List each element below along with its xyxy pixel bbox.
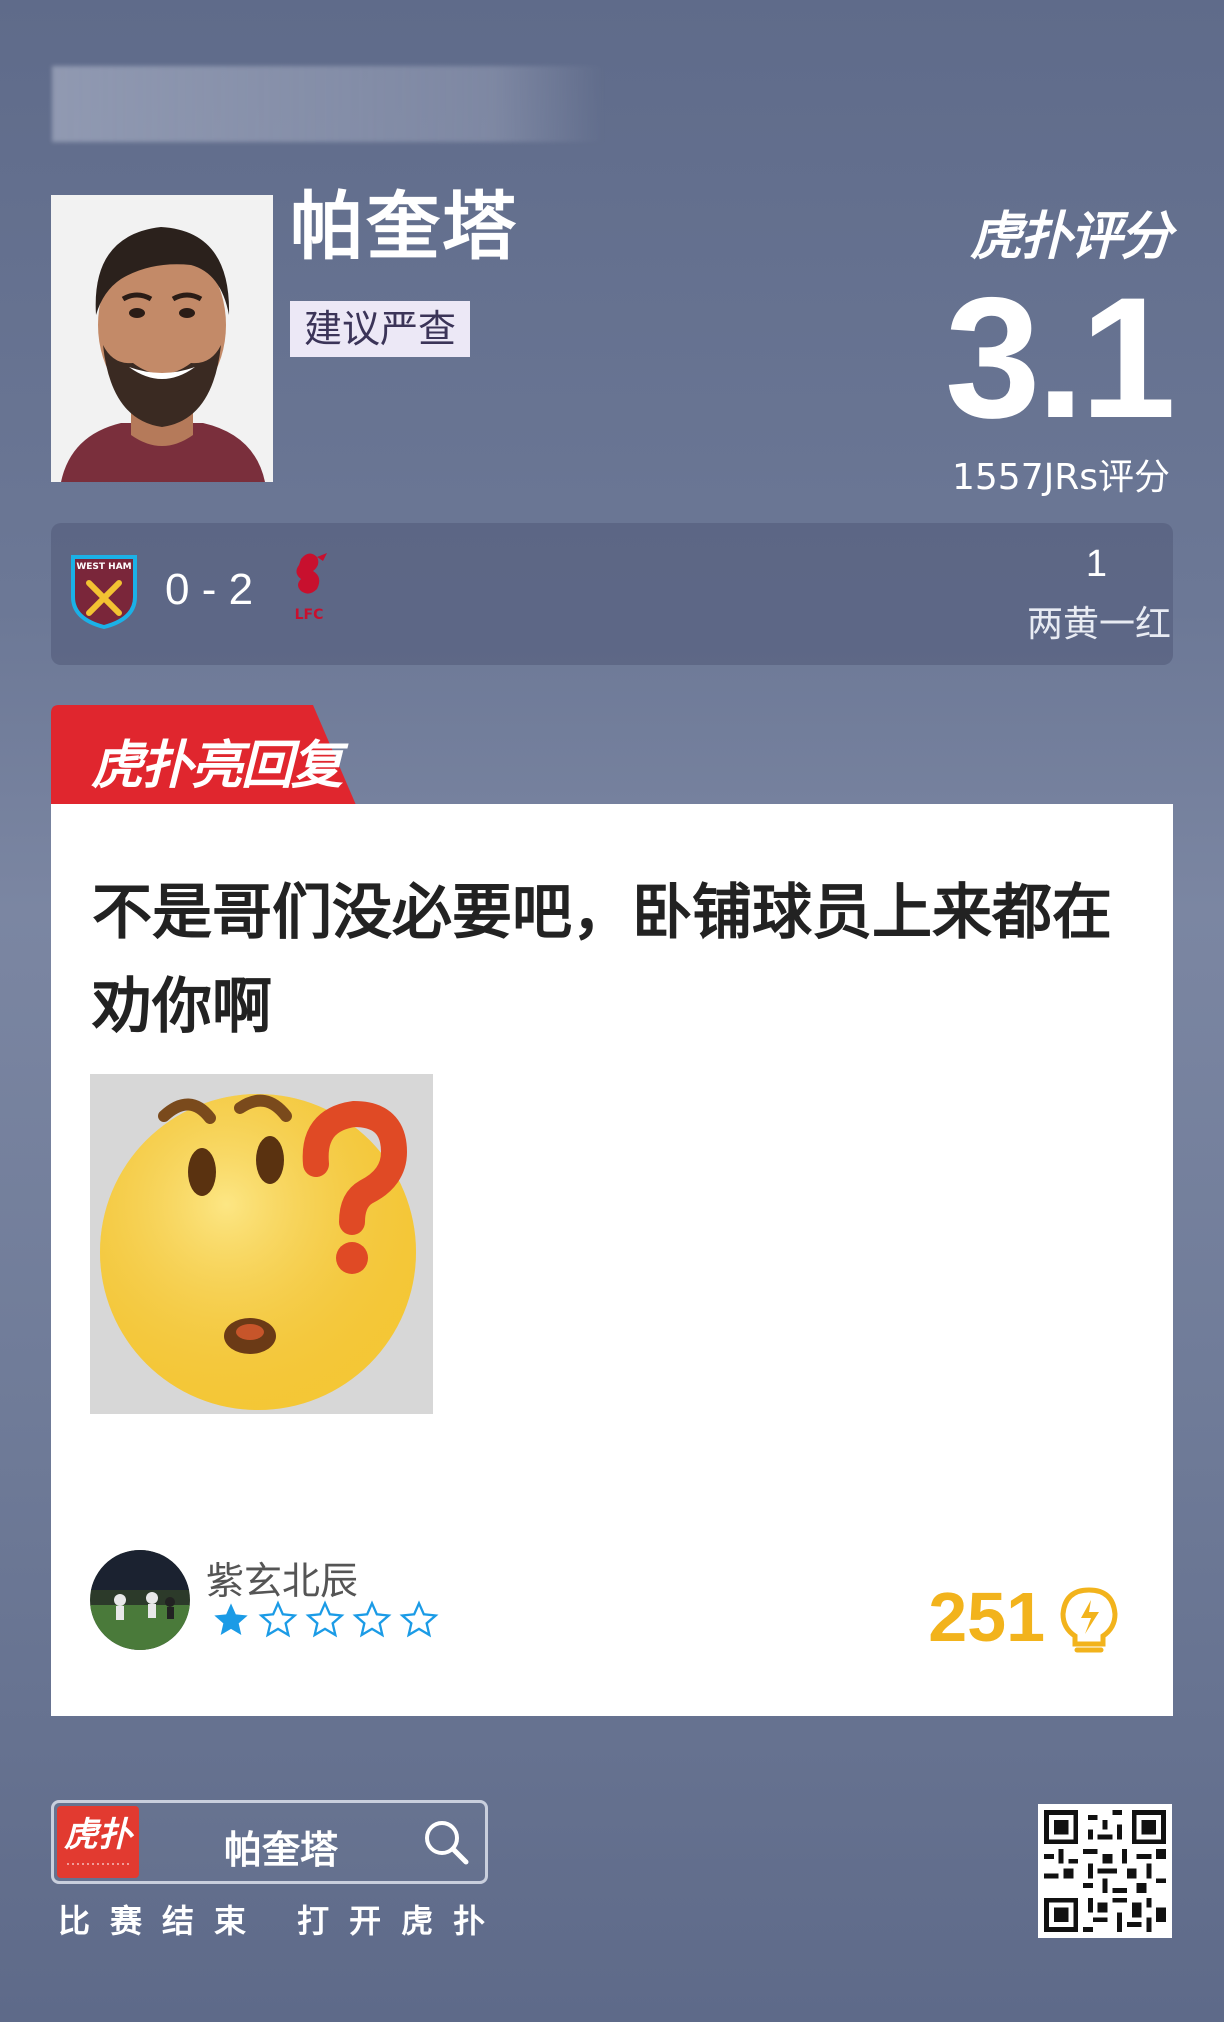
svg-text:LFC: LFC [295, 607, 324, 623]
rating-score: 3.1 [944, 262, 1176, 454]
search-icon[interactable] [421, 1817, 471, 1871]
user-avatar[interactable] [90, 1550, 190, 1650]
star-empty-icon [305, 1600, 345, 1638]
highlight-tab-label: 虎扑亮回复 [91, 736, 343, 796]
hupu-rating-logo: 虎扑评分 [969, 207, 1172, 267]
comment-text: 不是哥们没必要吧，卧铺球员上来都在劝你啊 [92, 878, 1112, 1042]
hupu-app-icon-label: 虎扑 [64, 1815, 135, 1855]
qr-code[interactable] [1038, 1804, 1172, 1938]
verdict-tag: 建议严查 [290, 301, 471, 357]
star-rating [211, 1600, 439, 1640]
player-name: 帕奎塔 [290, 184, 518, 270]
open-hupu-cta[interactable]: 比赛结束 打开虎扑 [58, 1896, 505, 1942]
like-count: 251 [928, 1578, 1045, 1656]
player-photo [51, 195, 273, 482]
blurred-header-bar [52, 66, 604, 142]
card-description: 两黄一红 [1026, 604, 1171, 645]
star-empty-icon [258, 1600, 298, 1638]
lightbulb-like-icon[interactable] [1053, 1584, 1125, 1660]
confused-emoji-image[interactable] [90, 1074, 433, 1414]
svg-text:WEST HAM: WEST HAM [76, 562, 131, 572]
match-panel[interactable]: WEST HAM 0 - 2 LFC 1 两黄一红 [51, 523, 1173, 665]
match-score: 0 - 2 [165, 565, 254, 614]
star-empty-icon [399, 1600, 439, 1638]
search-box[interactable]: 虎扑 帕奎塔 [51, 1800, 488, 1884]
liverpool-crest-icon: LFC [287, 549, 331, 629]
star-filled-icon [214, 1603, 248, 1635]
comment-card: 不是哥们没必要吧，卧铺球员上来都在劝你啊 紫玄北辰 251 [51, 804, 1173, 1716]
rating-count: 1557JRs评分 [951, 457, 1170, 498]
west-ham-crest-icon: WEST HAM [69, 553, 139, 633]
star-empty-icon [352, 1600, 392, 1638]
search-term: 帕奎塔 [224, 1828, 339, 1872]
username[interactable]: 紫玄北辰 [206, 1550, 358, 1605]
card-count: 1 [1085, 543, 1107, 585]
hupu-app-icon: 虎扑 [57, 1806, 139, 1878]
highlight-reply-tab: 虎扑亮回复 [51, 705, 356, 805]
